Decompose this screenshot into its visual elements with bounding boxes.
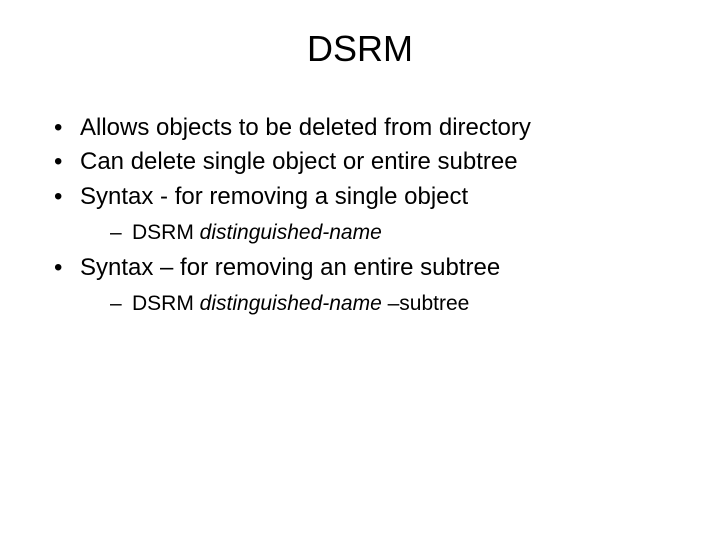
sub-list: DSRM distinguished-name –subtree — [80, 290, 690, 318]
sub-list-item: DSRM distinguished-name –subtree — [110, 290, 690, 318]
bullet-text: Syntax - for removing a single object — [80, 183, 468, 210]
sub-list: DSRM distinguished-name — [80, 219, 690, 247]
bullet-text: Can delete single object or entire subtr… — [80, 148, 518, 175]
sub-list-item: DSRM distinguished-name — [110, 219, 690, 247]
bullet-text: Allows objects to be deleted from direct… — [80, 114, 531, 141]
sub-suffix: –subtree — [382, 292, 470, 315]
sub-italic: distinguished-name — [200, 221, 382, 244]
bullet-list: Allows objects to be deleted from direct… — [30, 112, 690, 318]
sub-prefix: DSRM — [132, 292, 200, 315]
list-item: Allows objects to be deleted from direct… — [54, 112, 690, 144]
list-item: Can delete single object or entire subtr… — [54, 146, 690, 178]
bullet-text: Syntax – for removing an entire subtree — [80, 254, 500, 281]
list-item: Syntax - for removing a single object DS… — [54, 181, 690, 248]
slide-title: DSRM — [30, 28, 690, 70]
sub-italic: distinguished-name — [200, 292, 382, 315]
list-item: Syntax – for removing an entire subtree … — [54, 252, 690, 319]
sub-prefix: DSRM — [132, 221, 200, 244]
